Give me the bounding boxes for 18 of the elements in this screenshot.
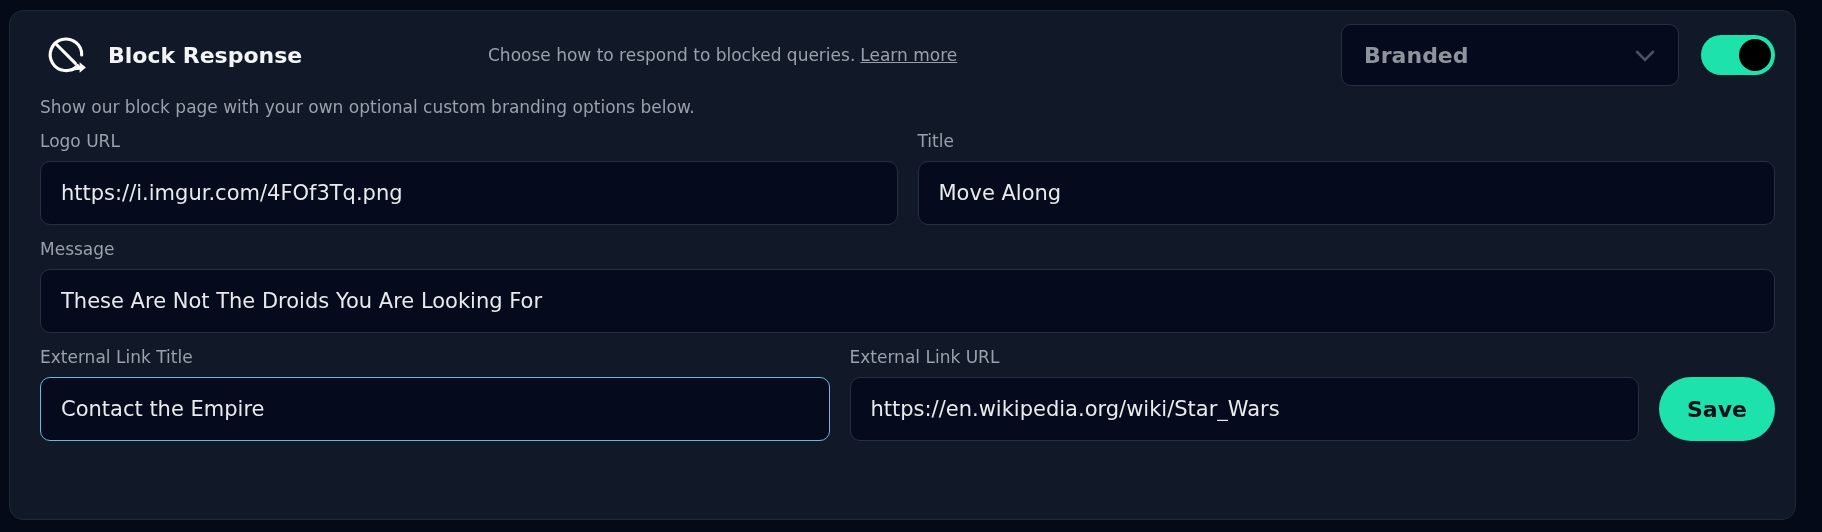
input-field[interactable]: Move Along — [917, 161, 1775, 225]
save-button[interactable]: Save — [1659, 377, 1775, 441]
field-label: Logo URL — [40, 131, 121, 151]
field-label: External Link URL — [849, 347, 1001, 367]
mode-dropdown[interactable]: Branded — [1341, 24, 1679, 86]
description-text: Choose how to respond to blocked queries. — [488, 45, 856, 65]
input-field[interactable]: These Are Not The Droids You Are Looking For — [40, 269, 1775, 333]
input-field[interactable]: Contact the Empire — [40, 377, 830, 441]
toggle-switch[interactable] — [1701, 35, 1775, 75]
input-field[interactable]: https://i.imgur.com/4FOf3Tq.png — [40, 161, 898, 225]
chevron-down-icon — [1634, 48, 1656, 62]
input-field[interactable]: https://en.wikipedia.org/wiki/Star_Wars — [849, 377, 1639, 441]
field-label: Message — [40, 239, 116, 259]
field-label: External Link Title — [40, 347, 194, 367]
field-label: Title — [917, 131, 955, 151]
learn-more-link[interactable]: Learn more — [860, 45, 958, 65]
section-title: Block Response — [108, 42, 304, 68]
subtitle-text: Show our block page with your own optional custom branding options below. — [40, 97, 696, 117]
